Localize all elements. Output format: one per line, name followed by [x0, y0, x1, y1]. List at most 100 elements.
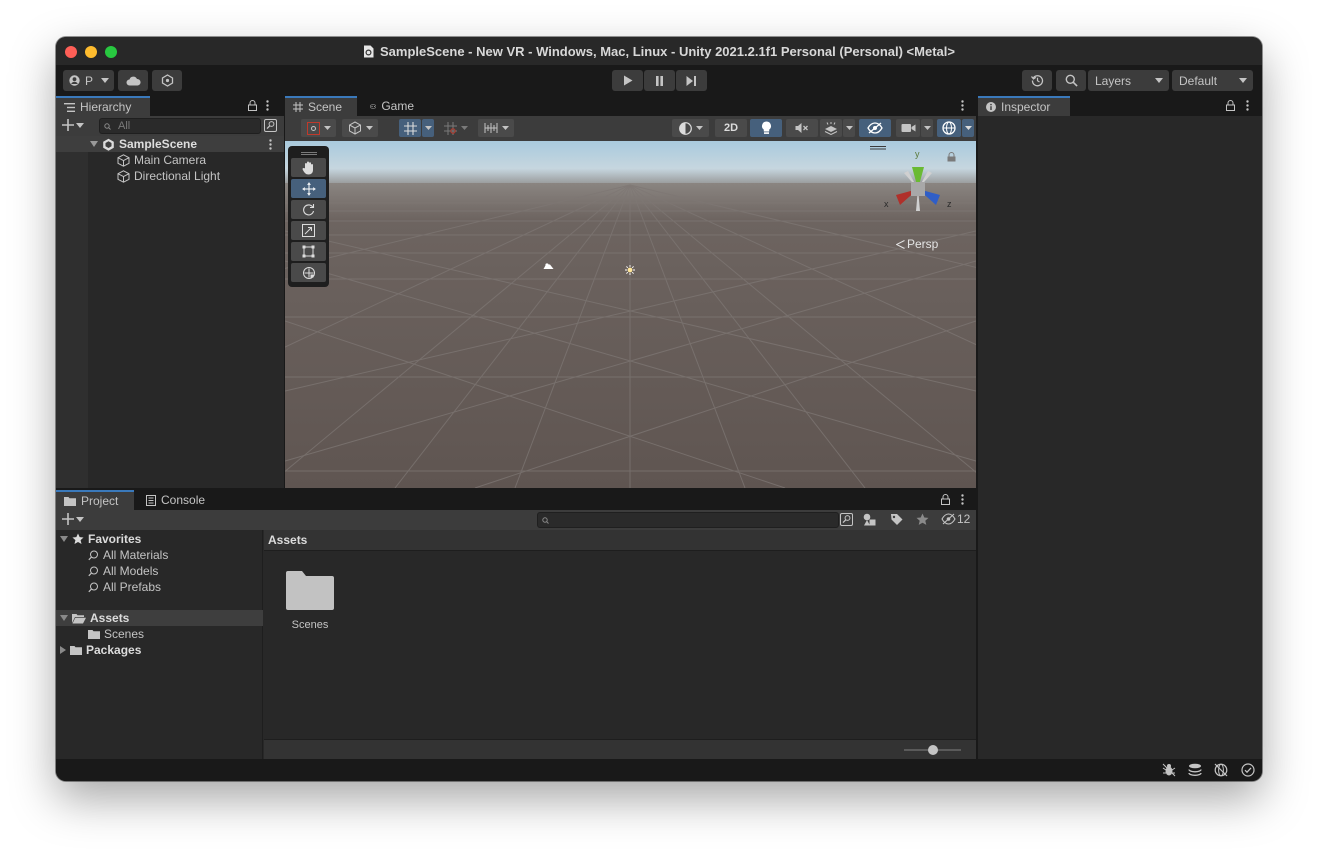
move-tool-button[interactable]: [291, 179, 326, 198]
2d-mode-toggle[interactable]: 2D: [715, 119, 747, 137]
layers-dropdown[interactable]: Layers: [1088, 70, 1169, 91]
collab-button[interactable]: [152, 70, 182, 91]
hand-tool-button[interactable]: [291, 158, 326, 177]
rotate-tool-button[interactable]: [291, 200, 326, 219]
scene-row[interactable]: SampleScene: [56, 136, 284, 152]
tree-item-assets[interactable]: Assets: [56, 610, 263, 626]
more-options-icon[interactable]: [961, 494, 964, 505]
chevron-down-icon: [101, 78, 109, 83]
hierarchy-panel: Hierarchy All SampleScene Main Camera Di…: [56, 96, 284, 488]
transform-tool-button[interactable]: [291, 263, 326, 282]
tree-item-all-materials[interactable]: All Materials: [88, 547, 168, 563]
icon-size-slider-thumb[interactable]: [927, 745, 938, 755]
pause-button[interactable]: [644, 70, 675, 91]
hierarchy-search-input[interactable]: All: [99, 118, 261, 134]
filter-by-type-icon[interactable]: [863, 513, 877, 526]
create-asset-dropdown[interactable]: [62, 513, 84, 525]
create-dropdown[interactable]: [62, 119, 84, 131]
projection-toggle[interactable]: Persp: [896, 237, 938, 251]
chevron-down-icon: [501, 126, 509, 130]
rect-tool-button[interactable]: [291, 242, 326, 261]
hidden-packages-toggle[interactable]: 12: [941, 512, 970, 526]
asset-breadcrumb[interactable]: Assets: [264, 530, 976, 551]
grid-visibility-toggle[interactable]: [399, 119, 421, 137]
snap-dropdown[interactable]: [438, 119, 473, 137]
tab-project[interactable]: Project: [56, 490, 134, 510]
project-tabbar: Project Console: [56, 490, 976, 510]
chevron-down-icon: [1155, 78, 1163, 83]
tab-game[interactable]: Game: [362, 96, 422, 116]
tree-item-all-prefabs[interactable]: All Prefabs: [88, 579, 161, 595]
ruler-icon: [484, 123, 497, 133]
filter-by-label-icon[interactable]: [890, 513, 903, 526]
search-by-type-icon[interactable]: [264, 119, 277, 132]
more-options-icon[interactable]: [269, 139, 272, 150]
more-options-icon[interactable]: [961, 100, 964, 111]
tree-item-all-models[interactable]: All Models: [88, 563, 158, 579]
drag-handle-icon[interactable]: [291, 148, 326, 158]
favorites-star-icon[interactable]: [916, 513, 929, 526]
scene-visibility-toggle[interactable]: [859, 119, 891, 137]
cache-server-icon[interactable]: [1188, 763, 1202, 777]
scene-audio-toggle[interactable]: [786, 119, 818, 137]
expand-arrow-icon: [60, 615, 68, 621]
layout-dropdown[interactable]: Default: [1172, 70, 1253, 91]
grid-options-dropdown[interactable]: [422, 119, 434, 137]
search-placeholder: All: [118, 120, 131, 132]
draw-mode-dropdown[interactable]: [301, 119, 336, 137]
status-ok-check-icon[interactable]: [1241, 763, 1255, 777]
account-dropdown[interactable]: P: [63, 70, 114, 91]
auto-generate-lighting-icon[interactable]: [1214, 763, 1228, 777]
chevron-down-icon: [365, 126, 373, 130]
more-options-icon[interactable]: [1246, 100, 1249, 111]
shading-mode-dropdown[interactable]: [672, 119, 709, 137]
chevron-down-icon: [424, 126, 432, 130]
lock-icon[interactable]: [1226, 100, 1235, 111]
orientation-dropdown[interactable]: [342, 119, 378, 137]
tab-hierarchy[interactable]: Hierarchy: [56, 96, 150, 116]
project-search-input[interactable]: [537, 512, 839, 528]
light-gizmo-icon[interactable]: [625, 265, 635, 275]
scale-tool-button[interactable]: [291, 221, 326, 240]
lock-icon[interactable]: [248, 100, 257, 111]
scene-camera-button[interactable]: [896, 119, 920, 137]
chevron-down-icon: [964, 126, 972, 130]
scene-viewport[interactable]: y x z Persp: [285, 141, 976, 488]
tab-console[interactable]: Console: [138, 490, 214, 510]
camera-settings-dropdown[interactable]: [921, 119, 933, 137]
effects-dropdown[interactable]: [843, 119, 855, 137]
folder-icon: [286, 571, 334, 610]
collab-icon: [161, 74, 173, 87]
hidden-eye-icon: [941, 513, 956, 525]
gizmos-toggle[interactable]: [937, 119, 961, 137]
cloud-button[interactable]: [118, 70, 148, 91]
asset-item-scenes[interactable]: Scenes: [276, 570, 344, 631]
tree-item-packages[interactable]: Packages: [60, 642, 141, 658]
step-button[interactable]: [676, 70, 707, 91]
more-options-icon[interactable]: [266, 100, 269, 111]
debug-mode-icon[interactable]: [1162, 763, 1176, 777]
scene-lighting-toggle[interactable]: [750, 119, 782, 137]
tree-item-favorites[interactable]: Favorites: [60, 531, 141, 547]
scene-tabbar: Scene Game: [285, 96, 976, 116]
folder-icon: [88, 630, 100, 639]
camera-gizmo-icon[interactable]: [543, 263, 554, 270]
undo-history-button[interactable]: [1022, 70, 1052, 91]
chevron-down-icon: [76, 122, 84, 128]
tab-scene[interactable]: Scene: [285, 96, 357, 116]
tab-inspector[interactable]: Inspector: [978, 96, 1070, 116]
increment-snap-dropdown[interactable]: [478, 119, 514, 137]
lock-icon[interactable]: [941, 494, 950, 505]
gizmos-dropdown[interactable]: [962, 119, 974, 137]
search-button[interactable]: [1056, 70, 1086, 91]
orientation-gizmo[interactable]: y x z: [882, 149, 954, 221]
search-by-type-icon[interactable]: [840, 513, 853, 526]
play-button[interactable]: [612, 70, 643, 91]
hierarchy-item-directional-light[interactable]: Directional Light: [117, 168, 220, 184]
tool-palette: [288, 146, 329, 287]
asset-browser-footer: [264, 739, 976, 759]
gameobject-cube-icon: [117, 153, 130, 167]
tree-item-scenes[interactable]: Scenes: [88, 626, 144, 642]
hierarchy-item-main-camera[interactable]: Main Camera: [117, 152, 206, 168]
effects-toggle[interactable]: [820, 119, 842, 137]
